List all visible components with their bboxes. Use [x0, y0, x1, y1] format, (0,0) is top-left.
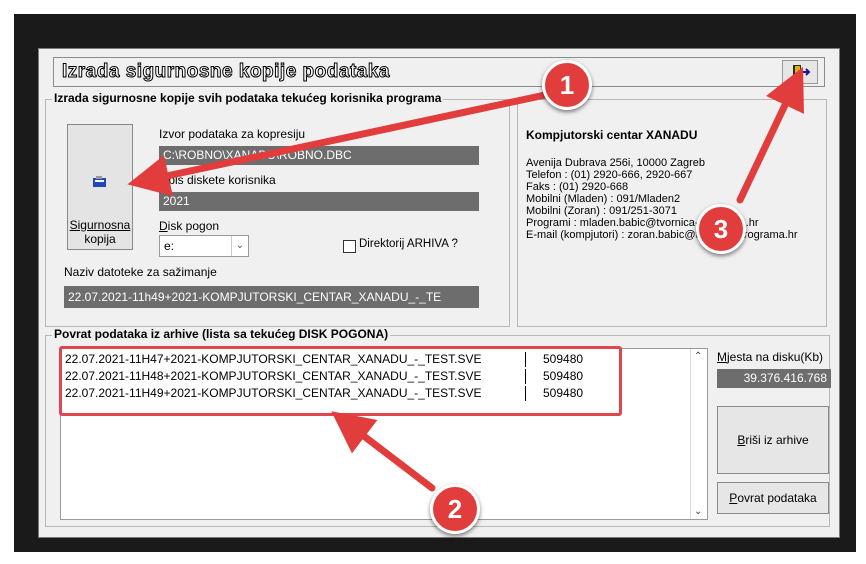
backup-button-label-line1: Sigurnosna	[69, 218, 131, 232]
exit-door-icon	[793, 65, 811, 79]
restore-group-label: Povrat podataka iz arhive (lista sa teku…	[52, 327, 391, 341]
window-title: Izrada sigurnosne kopije podataka	[62, 61, 390, 83]
disk-space-value: 39.376.416.768	[717, 369, 831, 388]
company-fax: Faks : (01) 2920-668	[526, 181, 629, 193]
filename-label: Naziv datoteke za sažimanje	[64, 265, 217, 279]
backup-window: Izrada sigurnosne kopije podataka Izrada…	[38, 48, 840, 538]
company-phone: Telefon : (01) 2920-666, 2920-667	[526, 169, 693, 181]
archive-checkbox-label: Direktorij ARHIVA ?	[359, 238, 458, 250]
backup-button-label-line2: kopija	[84, 232, 116, 246]
disk-description-label: Opis diskete korisnika	[159, 173, 276, 187]
drive-select[interactable]: e: ⌄	[159, 235, 249, 257]
scroll-down-icon[interactable]: ⌄	[694, 506, 702, 517]
archive-checkbox[interactable]	[343, 240, 356, 253]
list-scrollbar[interactable]: ⌃ ⌄	[690, 349, 707, 519]
annotation-badge-2: 2	[430, 484, 480, 534]
backup-group: Izrada sigurnosne kopije svih podataka t…	[45, 91, 510, 327]
drive-select-value: e:	[164, 239, 175, 253]
drive-label: Disk pogon	[159, 219, 220, 233]
chevron-down-icon[interactable]: ⌄	[231, 236, 248, 256]
filename-field[interactable]: 22.07.2021-11h49+2021-KOMPJUTORSKI_CENTA…	[64, 286, 479, 308]
annotation-badge-3: 3	[696, 204, 746, 254]
company-mobile-mladen: Mobilni (Mladen) : 091/Mladen2	[526, 193, 681, 205]
disk-space-label: Mjesta na disku(Kb)	[717, 350, 824, 364]
source-field[interactable]: C:\ROBNO\XANADU\ROBNO.DBC	[159, 146, 479, 165]
disk-description-field[interactable]: 2021	[159, 192, 479, 211]
restore-data-button[interactable]: Povrat podataka	[717, 482, 829, 514]
highlight-box	[59, 346, 622, 416]
company-info-panel: Kompjutorski centar XANADU Avenija Dubra…	[517, 99, 827, 327]
exit-button[interactable]	[782, 60, 818, 84]
company-name: Kompjutorski centar XANADU	[526, 128, 698, 142]
backup-button[interactable]: Sigurnosna kopija	[67, 124, 133, 250]
backup-icon	[93, 176, 106, 187]
company-mobile-zoran: Mobilni (Zoran) : 091/251-3071	[526, 205, 678, 217]
company-email: E-mail (kompjutori) : zoran.babic@tvorni…	[526, 229, 798, 241]
scroll-up-icon[interactable]: ⌃	[694, 351, 702, 362]
window-titlebar: Izrada sigurnosne kopije podataka	[53, 57, 825, 87]
annotation-badge-1: 1	[542, 60, 592, 110]
backup-group-label: Izrada sigurnosne kopije svih podataka t…	[52, 91, 444, 105]
source-label: Izvor podataka za kopresiju	[159, 127, 306, 141]
company-address: Avenija Dubrava 256i, 10000 Zagreb	[526, 157, 705, 169]
delete-from-archive-button[interactable]: Briši iz arhive	[717, 406, 829, 474]
